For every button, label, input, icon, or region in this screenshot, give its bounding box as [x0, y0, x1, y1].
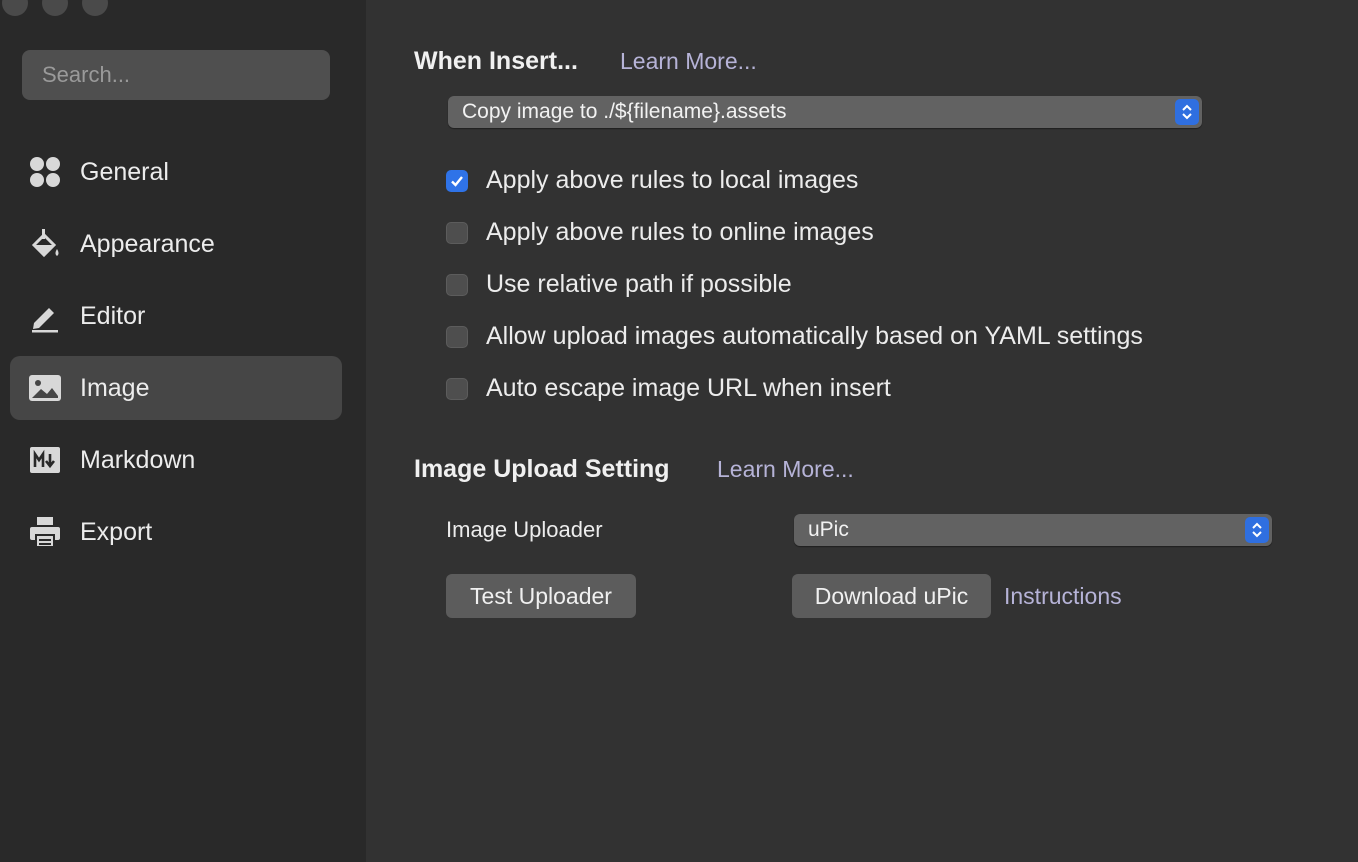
- minimize-window-button[interactable]: [42, 0, 68, 16]
- option-relative-path[interactable]: Use relative path if possible: [446, 270, 792, 299]
- option-label: Use relative path if possible: [486, 270, 792, 298]
- sidebar-nav: General Appearance Editor Image Markdown: [10, 140, 342, 572]
- download-upic-button[interactable]: Download uPic: [792, 574, 991, 618]
- image-uploader-label: Image Uploader: [446, 517, 603, 542]
- settings-panel: When Insert... Learn More... Copy image …: [366, 0, 1358, 862]
- sidebar-item-export[interactable]: Export: [10, 500, 342, 564]
- option-local-images[interactable]: Apply above rules to local images: [446, 166, 858, 195]
- checkbox-relative-path[interactable]: [446, 273, 468, 296]
- sidebar-item-general[interactable]: General: [10, 140, 342, 204]
- sidebar-item-label: Appearance: [80, 229, 215, 258]
- instructions-link[interactable]: Instructions: [1004, 583, 1122, 610]
- image-icon: [28, 371, 62, 405]
- option-label: Allow upload images automatically based …: [486, 322, 1143, 350]
- window-controls: [2, 0, 108, 16]
- insert-action-select[interactable]: Copy image to ./${filename}.assets: [448, 96, 1202, 128]
- printer-icon: [28, 515, 62, 549]
- option-yaml-upload[interactable]: Allow upload images automatically based …: [446, 322, 1143, 351]
- insert-learn-more-link[interactable]: Learn More...: [620, 48, 757, 75]
- checkbox-escape-url[interactable]: [446, 377, 468, 400]
- markdown-icon: [28, 443, 62, 477]
- option-label: Apply above rules to online images: [486, 218, 874, 246]
- test-uploader-button[interactable]: Test Uploader: [446, 574, 636, 618]
- insert-action-value: Copy image to ./${filename}.assets: [462, 100, 787, 123]
- sidebar-item-label: Markdown: [80, 445, 196, 474]
- sidebar-item-markdown[interactable]: Markdown: [10, 428, 342, 492]
- sidebar-item-appearance[interactable]: Appearance: [10, 212, 342, 276]
- close-window-button[interactable]: [2, 0, 28, 16]
- sidebar: General Appearance Editor Image Markdown: [0, 0, 366, 862]
- option-label: Auto escape image URL when insert: [486, 374, 891, 402]
- grid-icon: [28, 155, 62, 189]
- option-online-images[interactable]: Apply above rules to online images: [446, 218, 874, 247]
- zoom-window-button[interactable]: [82, 0, 108, 16]
- updown-chevron-icon: [1175, 99, 1199, 125]
- checkmark-icon: [451, 175, 463, 187]
- sidebar-item-label: Image: [80, 373, 150, 402]
- sidebar-item-editor[interactable]: Editor: [10, 284, 342, 348]
- checkbox-local-images[interactable]: [446, 169, 468, 192]
- image-uploader-value: uPic: [808, 518, 849, 541]
- checkbox-yaml-upload[interactable]: [446, 325, 468, 348]
- updown-chevron-icon: [1245, 517, 1269, 543]
- sidebar-item-label: General: [80, 157, 169, 186]
- search-input[interactable]: [22, 50, 330, 100]
- paint-bucket-icon: [28, 227, 62, 261]
- image-uploader-select[interactable]: uPic: [794, 514, 1272, 546]
- sidebar-item-label: Editor: [80, 301, 146, 330]
- sidebar-item-label: Export: [80, 517, 153, 546]
- when-insert-title: When Insert...: [414, 47, 578, 75]
- option-label: Apply above rules to local images: [486, 166, 859, 194]
- sidebar-item-image[interactable]: Image: [10, 356, 342, 420]
- upload-setting-title: Image Upload Setting: [414, 455, 670, 483]
- checkbox-online-images[interactable]: [446, 221, 468, 244]
- pen-icon: [28, 299, 62, 333]
- upload-learn-more-link[interactable]: Learn More...: [717, 456, 854, 483]
- option-escape-url[interactable]: Auto escape image URL when insert: [446, 374, 891, 403]
